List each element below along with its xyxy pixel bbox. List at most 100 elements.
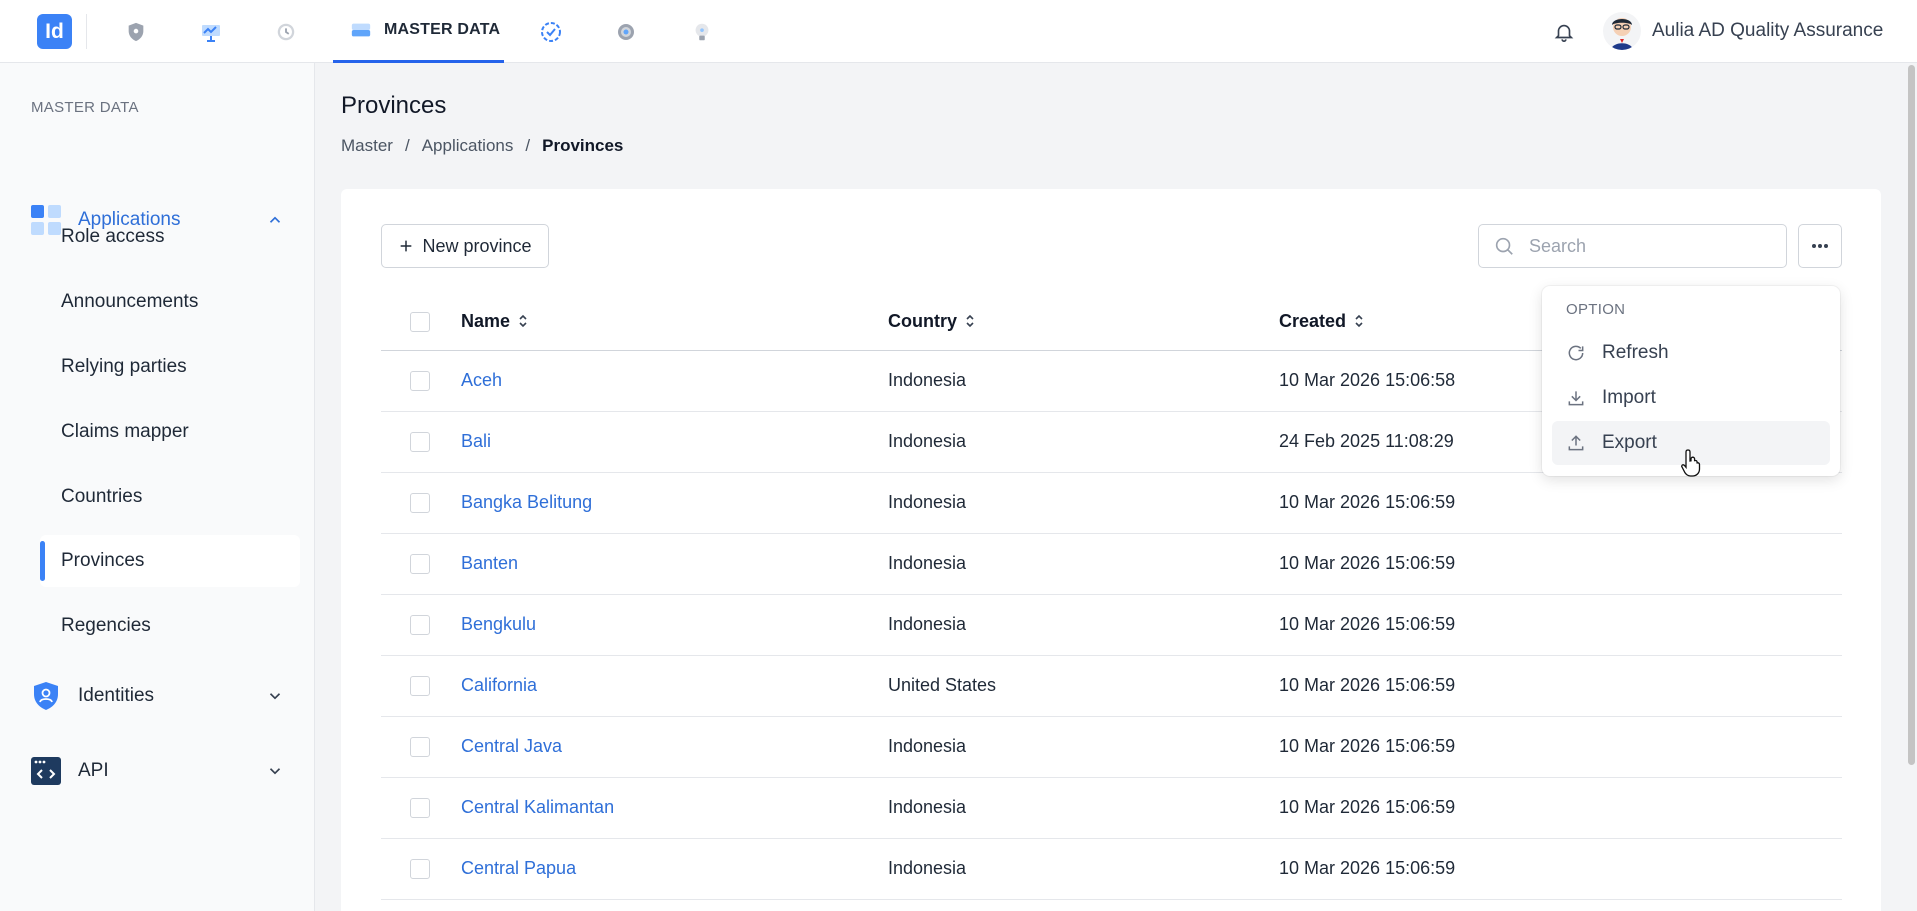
sidebar-group-identities[interactable]: Identities (0, 674, 315, 718)
row-checkbox[interactable] (410, 859, 430, 880)
row-select-cell (381, 716, 461, 778)
scrollbar-thumb[interactable] (1908, 65, 1915, 765)
sidebar-group-api[interactable]: API (0, 749, 315, 793)
breadcrumb-applications[interactable]: Applications (422, 136, 514, 156)
sidebar-item-regencies[interactable]: Regencies (40, 600, 300, 652)
country-cell: Indonesia (888, 411, 1279, 473)
column-header-country[interactable]: Country (888, 294, 1279, 351)
sidebar-item-label: Regencies (61, 615, 151, 636)
row-checkbox[interactable] (410, 432, 430, 453)
country-cell: United States (888, 655, 1279, 717)
row-select-cell (381, 411, 461, 473)
table-row[interactable]: California United States 10 Mar 2026 15:… (381, 655, 1842, 717)
user-name[interactable]: Aulia AD Quality Assurance (1652, 20, 1883, 42)
province-link[interactable]: Bengkulu (461, 614, 536, 634)
sidebar-item-relying-parties[interactable]: Relying parties (40, 341, 300, 393)
province-link[interactable]: California (461, 675, 537, 695)
tab-master-data[interactable]: MASTER DATA (333, 0, 504, 63)
name-cell: Bangka Belitung (461, 472, 888, 534)
province-link[interactable]: Central Java (461, 736, 562, 756)
search-icon (1493, 235, 1515, 257)
created-cell: 10 Mar 2026 15:06:59 (1279, 472, 1842, 534)
province-link[interactable]: Bangka Belitung (461, 492, 592, 512)
search-box (1478, 224, 1787, 268)
clock-icon[interactable] (272, 18, 300, 46)
breadcrumb: Master / Applications / Provinces (341, 136, 623, 156)
sort-icon[interactable] (965, 312, 975, 333)
code-window-icon (30, 755, 62, 787)
chart-icon[interactable] (197, 18, 225, 46)
lightbulb-icon[interactable] (688, 18, 716, 46)
shield-icon[interactable] (122, 18, 150, 46)
sidebar-item-countries[interactable]: Countries (40, 471, 300, 523)
logo-divider (86, 14, 87, 49)
page-title: Provinces (341, 92, 447, 119)
province-link[interactable]: Central Kalimantan (461, 797, 614, 817)
sidebar-item-role-access[interactable]: Role access (40, 211, 300, 263)
province-link[interactable]: Central Papua (461, 858, 576, 878)
row-select-cell (381, 777, 461, 839)
menu-item-label: Refresh (1602, 342, 1669, 363)
column-header-name[interactable]: Name (461, 294, 888, 351)
country-cell: Indonesia (888, 716, 1279, 778)
province-link[interactable]: Banten (461, 553, 518, 573)
badge-check-icon[interactable] (537, 18, 565, 46)
sidebar-item-label: Announcements (61, 291, 199, 312)
sort-icon[interactable] (518, 312, 528, 333)
page-scrollbar[interactable] (1905, 63, 1917, 911)
table-row[interactable]: Central Papua Indonesia 10 Mar 2026 15:0… (381, 838, 1842, 900)
sidebar-item-claims-mapper[interactable]: Claims mapper (40, 406, 300, 458)
more-options-button[interactable] (1798, 224, 1842, 268)
sidebar-group-label: Identities (78, 685, 155, 706)
table-row[interactable]: Banten Indonesia 10 Mar 2026 15:06:59 (381, 533, 1842, 595)
name-cell: Central Kalimantan (461, 777, 888, 839)
name-cell: Aceh (461, 350, 888, 412)
row-checkbox[interactable] (410, 676, 430, 697)
sidebar: MASTER DATA Applications Role access Ann… (0, 63, 315, 911)
row-checkbox[interactable] (410, 737, 430, 758)
column-header-label: Country (888, 310, 957, 331)
row-checkbox[interactable] (410, 493, 430, 514)
sidebar-item-provinces[interactable]: Provinces (40, 535, 300, 587)
menu-item-import[interactable]: Import (1552, 376, 1830, 420)
table-row[interactable]: Central Kalimantan Indonesia 10 Mar 2026… (381, 777, 1842, 839)
search-input[interactable] (1529, 235, 1769, 257)
table-row[interactable]: Bengkulu Indonesia 10 Mar 2026 15:06:59 (381, 594, 1842, 656)
name-cell: Bengkulu (461, 594, 888, 656)
row-select-cell (381, 655, 461, 717)
created-cell: 10 Mar 2026 15:06:59 (1279, 838, 1842, 900)
row-checkbox[interactable] (410, 554, 430, 575)
breadcrumb-current: Provinces (542, 136, 624, 155)
app-logo[interactable]: Id (37, 14, 72, 49)
sidebar-group-label: API (78, 760, 109, 781)
select-all-checkbox[interactable] (410, 312, 430, 333)
name-cell: Banten (461, 533, 888, 595)
chevron-down-icon[interactable] (266, 687, 284, 705)
row-select-cell (381, 594, 461, 656)
province-link[interactable]: Aceh (461, 370, 502, 390)
row-select-cell (381, 838, 461, 900)
menu-item-refresh[interactable]: Refresh (1552, 331, 1830, 375)
hand-cursor-icon (1680, 448, 1704, 478)
database-icon (350, 19, 372, 41)
sidebar-section-title: MASTER DATA (31, 99, 139, 116)
row-checkbox[interactable] (410, 371, 430, 392)
new-province-button[interactable]: New province (381, 224, 549, 268)
province-link[interactable]: Bali (461, 431, 491, 451)
sort-icon[interactable] (1354, 312, 1364, 333)
row-select-cell (381, 472, 461, 534)
chevron-down-icon[interactable] (266, 762, 284, 780)
row-select-cell (381, 533, 461, 595)
bell-icon[interactable] (1550, 18, 1578, 46)
row-checkbox[interactable] (410, 615, 430, 636)
breadcrumb-master[interactable]: Master (341, 136, 393, 156)
name-cell: Central Papua (461, 838, 888, 900)
table-row[interactable]: Central Java Indonesia 10 Mar 2026 15:06… (381, 716, 1842, 778)
breadcrumb-separator: / (525, 136, 531, 155)
sidebar-item-announcements[interactable]: Announcements (40, 276, 300, 328)
avatar[interactable] (1603, 12, 1641, 50)
row-checkbox[interactable] (410, 798, 430, 819)
table-row[interactable]: Bangka Belitung Indonesia 10 Mar 2026 15… (381, 472, 1842, 534)
country-cell: Indonesia (888, 350, 1279, 412)
gear-icon[interactable] (612, 18, 640, 46)
